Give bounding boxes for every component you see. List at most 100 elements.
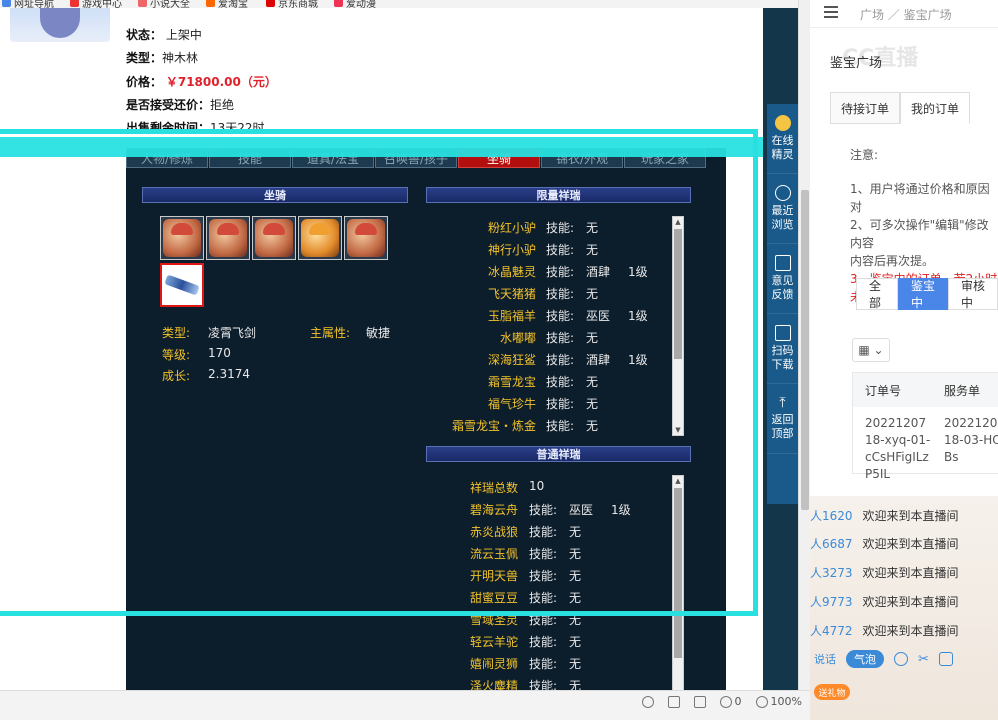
column-toggle-button[interactable]: ▦ ⌄ <box>852 338 890 362</box>
item-skill-label: 技能: <box>546 419 575 433</box>
chat-user[interactable]: 人9773 <box>810 593 853 610</box>
scroll-down-icon[interactable]: ▼ <box>673 425 683 435</box>
item-name: 开明天兽 <box>469 569 518 583</box>
selected-type-label: 类型: <box>162 326 191 340</box>
item-skill: 酒肆 <box>586 353 611 367</box>
mount-icon <box>255 219 293 257</box>
scroll-thumb[interactable] <box>674 229 682 359</box>
normal-scrollbar[interactable]: ▲ <box>672 475 684 690</box>
normal-total-label: 祥瑞总数 <box>469 481 518 495</box>
chat-user[interactable]: 人1620 <box>810 507 853 524</box>
bookmark-anime[interactable]: 爱动漫 <box>334 0 376 8</box>
item-skill: 无 <box>569 525 582 539</box>
bookmark-nav[interactable]: 网址导航 <box>2 0 54 8</box>
bookmark-novels[interactable]: 小说大全 <box>138 0 190 8</box>
item-skill: 无 <box>586 397 599 411</box>
item-name: 甜蜜豆豆 <box>469 591 518 605</box>
mount-slot[interactable] <box>252 216 296 260</box>
item-skill-label: 技能: <box>529 569 558 583</box>
sidebar-label: 扫码 <box>771 344 794 357</box>
sidebar-scan[interactable]: 扫码 下载 <box>767 314 798 384</box>
tab-my-orders[interactable]: 我的订单 <box>900 92 971 124</box>
sidebar-label: 下载 <box>771 358 794 371</box>
item-name: 神行小驴 <box>487 243 536 257</box>
item-name: 粉红小驴 <box>487 221 536 235</box>
highlight-strip <box>0 137 763 157</box>
item-name: 嬉闹灵狮 <box>469 657 518 671</box>
chat-text: 欢迎来到本直播间 <box>862 508 959 523</box>
browser-statusbar: 0 100% <box>0 690 810 720</box>
emoji-icon[interactable] <box>894 652 908 666</box>
normal-total-value: 10 <box>529 479 545 493</box>
scroll-up-icon[interactable]: ▲ <box>673 476 683 486</box>
sidebar-label: 意见 <box>771 274 794 287</box>
order-tabs: 待接订单 我的订单 <box>830 92 971 124</box>
game-panel: 人物/修炼 技能 道具/法宝 召唤兽/孩子 坐骑 锦衣/外观 玩家之家 坐骑 限… <box>126 148 726 690</box>
listing-page: 状态： 上架中 类型：神木林 价格： ￥71800.00（元） 是否接受还价：拒… <box>0 8 763 690</box>
chat-user[interactable]: 人3273 <box>810 564 853 581</box>
selected-attr-value: 敏捷 <box>366 326 391 340</box>
item-skill: 无 <box>586 221 599 235</box>
right-topbar: 广场 ／ 鉴宝广场 <box>810 0 998 28</box>
zoom-control[interactable]: 100% <box>755 695 802 708</box>
selected-growth-value: 2.3174 <box>208 367 250 381</box>
item-skill-label: 技能: <box>529 547 558 561</box>
sidebar-label: 浏览 <box>771 218 794 231</box>
item-skill-label: 技能: <box>546 331 575 345</box>
normal-header: 普通祥瑞 <box>426 446 691 462</box>
image-icon[interactable] <box>938 652 953 666</box>
bookmark-taobao[interactable]: 爱淘宝 <box>206 0 248 8</box>
filter-all[interactable]: 全部 <box>856 278 898 310</box>
tab-pending-orders[interactable]: 待接订单 <box>830 92 901 124</box>
bookmark-label: 游戏中心 <box>82 0 122 8</box>
orders-table: 订单号 服务单 2022120718-xyq-01-cCsHFigILzP5IL 2… <box>852 372 998 481</box>
item-name: 流云玉佩 <box>469 547 518 561</box>
sidebar-label: 返回 <box>771 413 794 426</box>
bubble-button[interactable]: 气泡 <box>846 650 884 668</box>
gift-button[interactable]: 送礼物 <box>814 684 850 700</box>
speak-button[interactable]: 说话 <box>814 651 836 667</box>
scroll-thumb[interactable] <box>674 488 682 658</box>
blocked-count[interactable]: 0 <box>719 695 742 708</box>
limited-scrollbar[interactable]: ▲ ▼ <box>672 216 684 436</box>
bookmark-games[interactable]: 游戏中心 <box>70 0 122 8</box>
chat-user[interactable]: 人4772 <box>810 622 853 639</box>
item-name: 冰晶魅灵 <box>487 265 536 279</box>
mount-slot-selected[interactable] <box>160 263 204 307</box>
scissors-icon[interactable]: ✂ <box>918 652 929 667</box>
mount-slot[interactable] <box>298 216 342 260</box>
scroll-thumb[interactable] <box>801 190 809 510</box>
status-icons: 0 100% <box>641 695 802 708</box>
bargain-label: 是否接受还价： <box>126 98 211 112</box>
menu-icon[interactable] <box>824 6 838 18</box>
chat-user[interactable]: 人6687 <box>810 535 853 552</box>
bookmark-label: 小说大全 <box>150 0 190 8</box>
chat-message: 人3273 欢迎来到本直播间 <box>810 561 959 583</box>
lock-icon[interactable] <box>693 695 706 708</box>
mount-slot[interactable] <box>344 216 388 260</box>
order-no-cell: 2022120718-xyq-01-cCsHFigILzP5IL <box>865 416 931 481</box>
mount-slot[interactable] <box>160 216 204 260</box>
chat-text: 欢迎来到本直播间 <box>862 594 959 609</box>
sidebar-back-top[interactable]: ⤒ 返回 顶部 <box>767 384 798 454</box>
page-scrollbar[interactable] <box>798 0 810 700</box>
sidebar-feedback[interactable]: 意见 反馈 <box>767 244 798 314</box>
notice-title: 注意: <box>850 148 879 162</box>
filter-appraising[interactable]: 鉴宝中 <box>898 278 948 310</box>
table-row[interactable]: 2022120718-xyq-01-cCsHFigILzP5IL 20221207… <box>853 407 998 481</box>
mount-slot[interactable] <box>206 216 250 260</box>
sidebar-recent[interactable]: 最近 浏览 <box>767 174 798 244</box>
breadcrumb[interactable]: 广场 ／ 鉴宝广场 <box>860 6 952 23</box>
scroll-up-icon[interactable]: ▲ <box>673 217 683 227</box>
bookmark-jd[interactable]: 京东商城 <box>266 0 318 8</box>
speaker-icon[interactable] <box>667 695 680 708</box>
chat-text: 欢迎来到本直播间 <box>862 536 959 551</box>
item-name: 福气珍牛 <box>487 397 536 411</box>
filter-reviewing[interactable]: 审核中 <box>948 278 998 310</box>
item-skill: 无 <box>586 243 599 257</box>
item-skill: 无 <box>569 613 582 627</box>
block-icon <box>719 695 732 708</box>
mount-icon <box>209 219 247 257</box>
sidebar-online-helper[interactable]: 在线 精灵 <box>767 104 798 174</box>
shield-icon[interactable] <box>641 695 654 708</box>
